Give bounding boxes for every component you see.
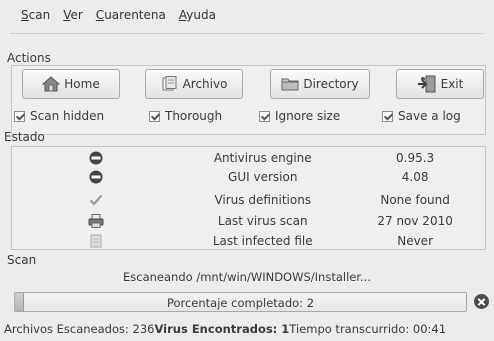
- ignore-size-box[interactable]: [259, 110, 270, 122]
- file-icon: [162, 76, 177, 91]
- status-label: Last virus scan: [217, 213, 308, 228]
- save-log-label: Save a log: [398, 109, 461, 123]
- scan-progress-bar: Porcentaje completado: 2: [14, 292, 467, 312]
- status-row-last-scan: Last virus scan 27 nov 2010: [17, 212, 479, 229]
- save-log-checkbox[interactable]: Save a log: [382, 109, 461, 123]
- thorough-label: Thorough: [165, 109, 223, 123]
- status-row-last-infected: Last infected file Never: [17, 232, 479, 249]
- ignore-size-checkbox[interactable]: Ignore size: [259, 109, 340, 123]
- menu-ayuda[interactable]: Ayuda: [179, 8, 216, 22]
- status-value: 27 nov 2010: [377, 213, 453, 228]
- status-value: Never: [397, 233, 433, 248]
- ignore-size-label: Ignore size: [275, 109, 341, 123]
- status-row-gui: GUI version 4.08: [17, 168, 479, 185]
- estado-title: Estado: [4, 130, 45, 144]
- progress-text: Porcentaje completado: 2: [166, 296, 315, 310]
- status-label: Antivirus engine: [213, 150, 312, 165]
- menu-cuarentena[interactable]: Cuarentena: [96, 8, 166, 22]
- document-icon: [90, 234, 102, 247]
- thorough-checkbox[interactable]: Thorough: [149, 109, 222, 123]
- home-button-label: Home: [64, 77, 100, 91]
- thorough-box[interactable]: [149, 110, 160, 122]
- current-scan-path: Escaneando /mnt/win/WINDOWS/Installer...: [123, 270, 371, 284]
- scan-hidden-checkbox[interactable]: Scan hidden: [14, 109, 104, 123]
- status-value: 0.95.3: [396, 150, 435, 165]
- status-value: None found: [380, 192, 450, 207]
- status-label: Last infected file: [212, 233, 313, 248]
- minus-circle-icon: [89, 170, 103, 183]
- menu-bar: Scan Ver Cuarentena Ayuda: [0, 0, 494, 34]
- status-row-definitions: Virus definitions None found: [17, 191, 479, 208]
- exit-button-label: Exit: [440, 77, 464, 91]
- actions-title: Actions: [7, 51, 51, 65]
- checkmark-icon: [89, 194, 102, 206]
- save-log-box[interactable]: [382, 110, 393, 122]
- folder-icon: [281, 78, 299, 91]
- archivo-button-label: Archivo: [182, 77, 228, 91]
- status-row-engine: Antivirus engine 0.95.3: [17, 149, 479, 166]
- status-value: 4.08: [401, 169, 429, 184]
- status-bar: Archivos Escaneados: 236Virus Encontrado…: [4, 322, 494, 336]
- elapsed-time: Tiempo transcurrido: 00:41: [289, 322, 447, 336]
- scan-hidden-box[interactable]: [14, 110, 25, 122]
- viruses-found: Virus Encontrados: 1: [154, 322, 290, 336]
- cancel-scan-icon[interactable]: [474, 294, 489, 309]
- scan-title: Scan: [7, 253, 37, 267]
- files-scanned: Archivos Escaneados: 236: [4, 322, 155, 336]
- archivo-button[interactable]: Archivo: [145, 69, 243, 99]
- scan-hidden-label: Scan hidden: [30, 109, 105, 123]
- printer-icon: [88, 213, 104, 228]
- menu-scan[interactable]: Scan: [21, 8, 50, 22]
- status-label: Virus definitions: [214, 192, 312, 207]
- exit-icon: [417, 75, 436, 93]
- status-label: GUI version: [228, 169, 298, 184]
- directory-button[interactable]: Directory: [270, 69, 370, 99]
- exit-button[interactable]: Exit: [396, 69, 484, 99]
- home-button[interactable]: Home: [22, 69, 120, 99]
- directory-button-label: Directory: [303, 77, 359, 91]
- menu-divider: [10, 33, 484, 34]
- home-icon: [42, 76, 61, 92]
- minus-circle-icon: [89, 151, 103, 164]
- menu-ver[interactable]: Ver: [63, 8, 83, 22]
